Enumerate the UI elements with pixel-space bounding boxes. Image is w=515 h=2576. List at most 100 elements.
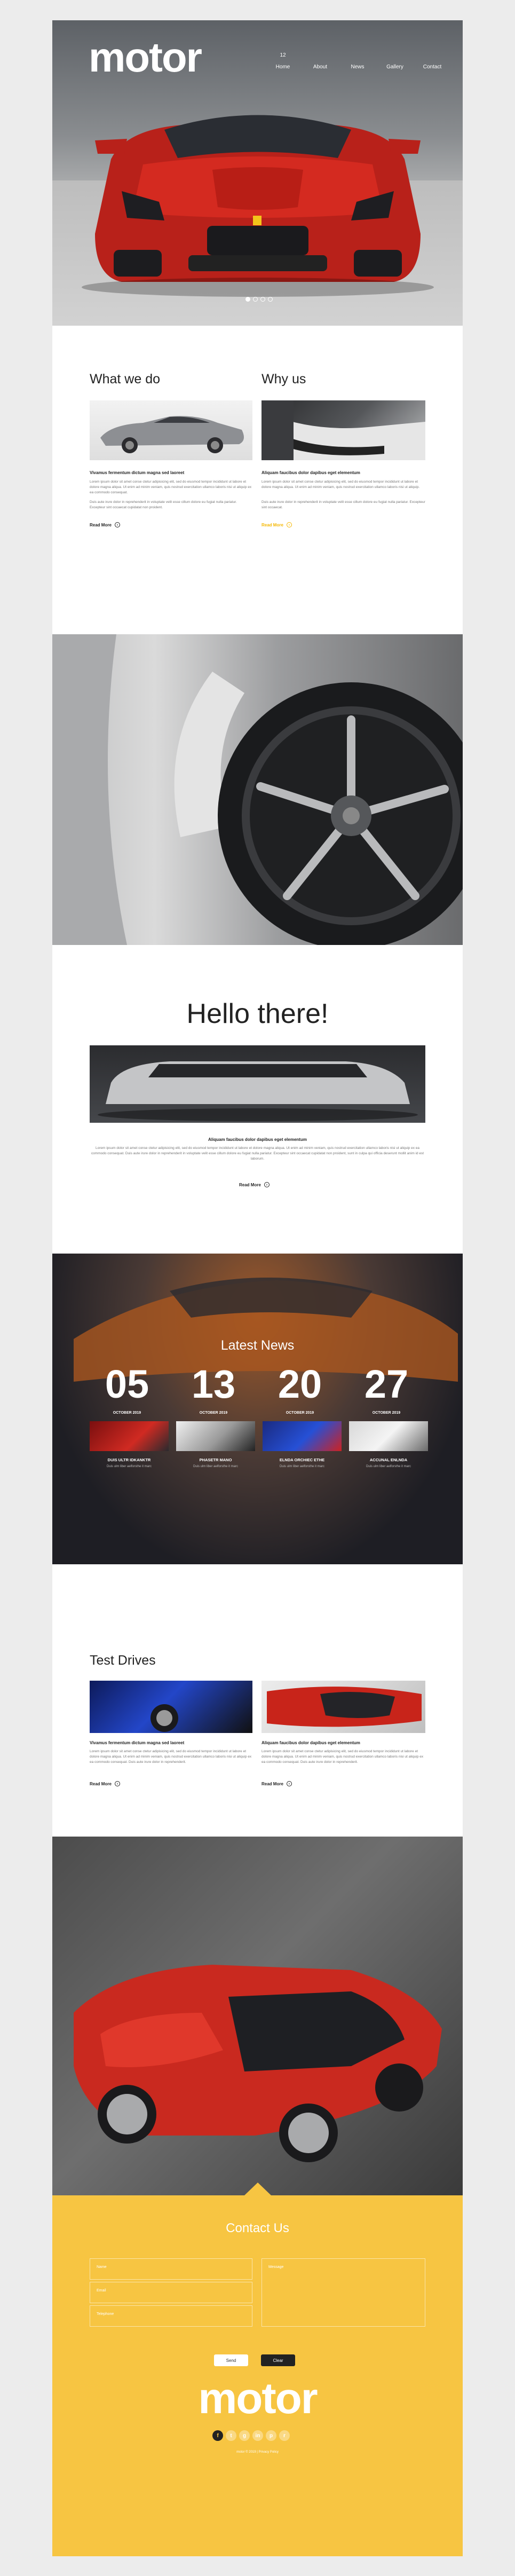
slider-pagination — [245, 297, 273, 302]
why-us-title: Why us — [262, 372, 306, 387]
red-sportscar-image — [74, 1965, 442, 2195]
main-nav: 12 Home About News Gallery Contact — [264, 52, 451, 70]
nav-gallery-label: Gallery — [386, 64, 403, 70]
news-2-image[interactable] — [176, 1421, 255, 1451]
hello-paragraph: Lorem ipsum dolor sit amet conse ctetur … — [91, 1146, 424, 1161]
news-3-text: Duis ulm liber aelforsthe it marc — [279, 1465, 325, 1468]
test-drive-right-subheading: Aliquam faucibus dolor dapibus eget elem… — [262, 1740, 360, 1745]
what-we-do-title: What we do — [90, 372, 161, 387]
test-drive-left-read-more[interactable]: Read More › — [90, 1781, 120, 1786]
copyright-text: motor © 2019 | Privacy Policy — [236, 2451, 279, 2454]
email-field[interactable]: Email — [90, 2282, 252, 2303]
hello-read-more[interactable]: Read More › — [239, 1182, 270, 1187]
nav-news-label: News — [351, 64, 365, 70]
suv-side-image — [98, 1061, 418, 1121]
hello-image — [90, 1045, 425, 1123]
nav-home-number: 12 — [280, 52, 286, 58]
why-us-paragraph-2: Duis aute irure dolor in reprehenderit i… — [262, 500, 425, 509]
news-2-month: OCTOBER 2019 — [199, 1411, 228, 1415]
news-4-image[interactable] — [349, 1421, 428, 1451]
news-2-day: 13 — [191, 1362, 236, 1406]
arrow-right-icon: › — [114, 522, 120, 527]
arrow-right-icon: › — [114, 1781, 120, 1786]
test-drive-right-paragraph: Lorem ipsum dolor sit amet conse ctetur … — [262, 1750, 424, 1764]
blue-car-image — [150, 1704, 178, 1732]
test-drive-left-subheading: Vivamus fermentum dictum magna sed laore… — [90, 1740, 185, 1745]
news-1-text: Duis ulm liber aelforsthe it marc — [106, 1465, 152, 1468]
nav-home[interactable]: 12 Home — [264, 52, 302, 70]
test-drive-right-read-more[interactable]: Read More › — [262, 1781, 292, 1786]
nav-gallery[interactable]: Gallery — [376, 64, 414, 70]
pinterest-icon[interactable]: p — [266, 2430, 276, 2441]
news-4-month: OCTOBER 2019 — [372, 1411, 401, 1415]
name-field[interactable]: Name — [90, 2258, 252, 2280]
news-4-caption[interactable]: ACCUNAL ENLNDA — [349, 1458, 428, 1462]
why-us-subheading: Aliquam faucibus dolor dapibus eget elem… — [262, 470, 360, 475]
telephone-field[interactable]: Telephone — [90, 2305, 252, 2327]
google-plus-icon[interactable]: g — [239, 2430, 250, 2441]
nav-contact[interactable]: Contact — [414, 64, 451, 70]
what-we-do-subheading: Vivamus fermentum dictum magna sed laore… — [90, 470, 185, 475]
nav-news[interactable]: News — [339, 64, 376, 70]
news-2-text: Duis ulm liber aelforsthe it marc — [193, 1465, 239, 1468]
news-4-day: 27 — [364, 1362, 409, 1406]
why-us-image — [262, 400, 425, 460]
why-us-read-more[interactable]: Read More › — [262, 522, 292, 527]
hello-subheading: Aliquam faucibus dolor dapibus eget elem… — [208, 1137, 307, 1142]
read-more-label: Read More — [90, 1781, 112, 1786]
nav-contact-label: Contact — [423, 64, 442, 70]
read-more-label: Read More — [90, 522, 112, 527]
wheel-closeup-image — [52, 634, 463, 945]
test-drive-left-paragraph: Lorem ipsum dolor sit amet conse ctetur … — [90, 1750, 252, 1764]
news-4-text: Duis ulm liber aelforsthe it marc — [366, 1465, 411, 1468]
test-drive-left-image — [90, 1681, 252, 1733]
what-we-do-image — [90, 400, 252, 460]
arrow-right-icon: › — [286, 522, 292, 527]
what-we-do-paragraph-2: Duis aute irure dolor in reprehenderit i… — [90, 500, 237, 509]
nav-about-label: About — [313, 64, 328, 70]
latest-news-section: Latest News 05 13 20 27 OCTOBER 2019 OCT… — [52, 1254, 463, 1564]
feature-car-banner — [52, 1837, 463, 2195]
page: motor 12 Home About News Gallery Contact… — [52, 20, 463, 2556]
why-us-paragraph-1: Lorem ipsum dolor sit amet conse ctetur … — [262, 480, 420, 489]
wheel-closeup-banner — [52, 634, 463, 945]
car-bumper-image — [262, 400, 425, 460]
contact-section: Contact Us Name Email Telephone Message … — [52, 2195, 463, 2556]
news-1-day: 05 — [105, 1362, 149, 1406]
slider-dot-3[interactable] — [260, 297, 265, 302]
hero-slider: motor 12 Home About News Gallery Contact — [52, 20, 463, 326]
news-background-car — [74, 1278, 458, 1382]
arrow-right-icon: › — [286, 1781, 292, 1786]
news-1-month: OCTOBER 2019 — [113, 1411, 141, 1415]
red-car-top-image — [267, 1687, 422, 1727]
site-logo[interactable]: motor — [89, 36, 202, 78]
read-more-label: Read More — [262, 1781, 283, 1786]
slider-dot-4[interactable] — [268, 297, 273, 302]
social-links: f t g in p r — [212, 2430, 290, 2441]
latest-news-title: Latest News — [220, 1338, 295, 1353]
news-3-caption[interactable]: ELNDA ORCHIEC ETHE — [263, 1458, 342, 1462]
message-field[interactable]: Message — [262, 2258, 425, 2327]
hello-title: Hello there! — [186, 998, 329, 1029]
clear-button[interactable]: Clear — [261, 2354, 295, 2366]
footer-logo[interactable]: motor — [52, 2377, 463, 2421]
nav-about[interactable]: About — [302, 64, 339, 70]
arrow-right-icon: › — [264, 1182, 270, 1187]
what-we-do-read-more[interactable]: Read More › — [90, 522, 120, 527]
send-button[interactable]: Send — [214, 2354, 248, 2366]
rss-icon[interactable]: r — [279, 2430, 290, 2441]
nav-home-label: Home — [275, 64, 290, 70]
news-1-image[interactable] — [90, 1421, 169, 1451]
slider-dot-1[interactable] — [245, 297, 250, 302]
news-3-month: OCTOBER 2019 — [286, 1411, 314, 1415]
news-3-day: 20 — [278, 1362, 322, 1406]
news-3-image[interactable] — [263, 1421, 342, 1451]
slider-dot-2[interactable] — [253, 297, 258, 302]
news-1-caption[interactable]: DUIS ULTR IDKANKTR — [90, 1458, 169, 1462]
what-we-do-paragraph-1: Lorem ipsum dolor sit amet conse ctetur … — [90, 480, 252, 494]
twitter-icon[interactable]: t — [226, 2430, 236, 2441]
news-2-caption[interactable]: PHASETR MANO — [176, 1458, 255, 1462]
facebook-icon[interactable]: f — [212, 2430, 223, 2441]
read-more-label: Read More — [262, 522, 283, 527]
linkedin-icon[interactable]: in — [252, 2430, 263, 2441]
